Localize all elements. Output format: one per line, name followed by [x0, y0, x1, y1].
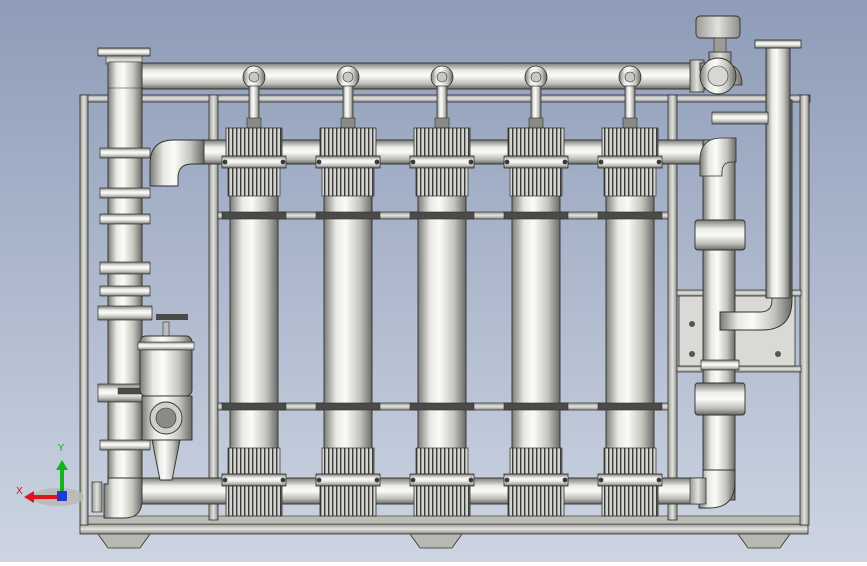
membrane-module — [315, 65, 381, 517]
cad-viewport[interactable]: X Y — [0, 0, 867, 562]
membrane-module — [221, 65, 287, 517]
triad-z-axis — [57, 491, 67, 501]
membrane-module — [409, 65, 475, 517]
membrane-module — [597, 65, 663, 517]
membrane-module — [503, 65, 569, 517]
ultrafiltration-skid-drawing — [0, 0, 867, 562]
triad-y-label: Y — [58, 443, 65, 454]
triad-x-label: X — [16, 486, 23, 497]
